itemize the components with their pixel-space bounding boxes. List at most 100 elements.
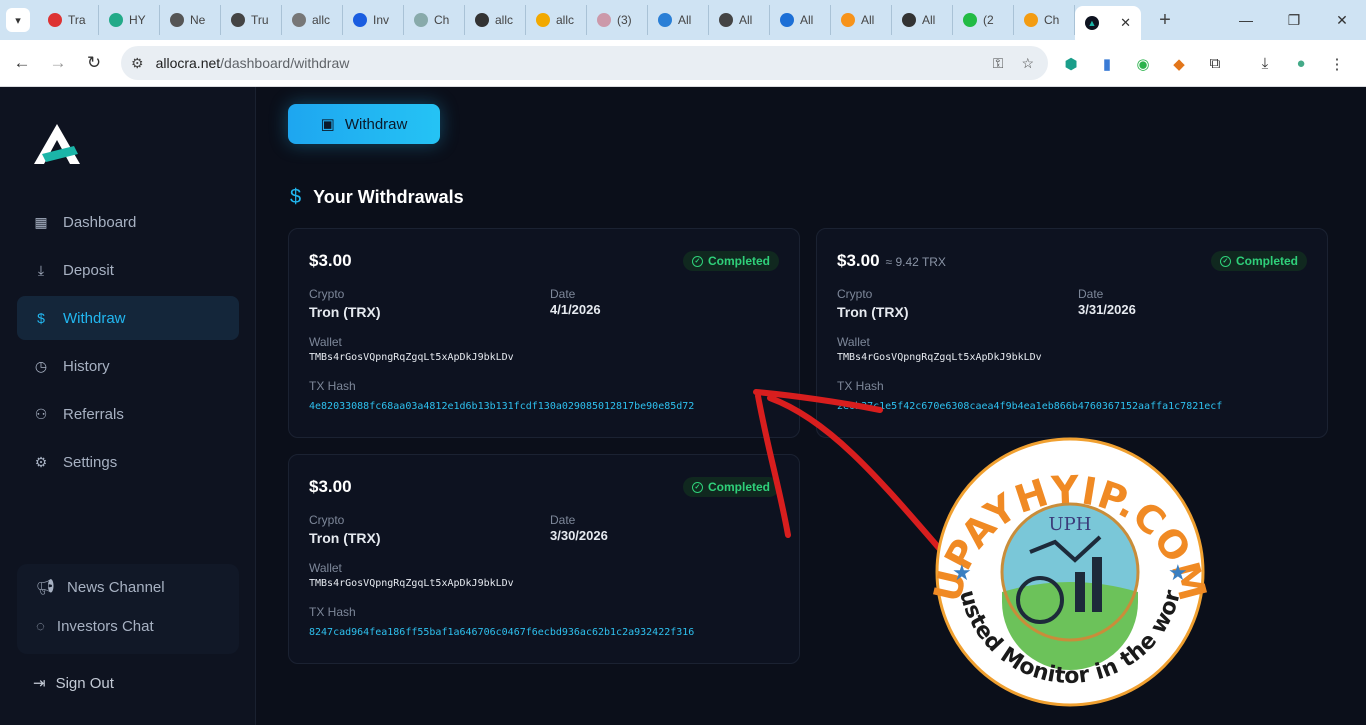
profile-avatar-icon[interactable]: ● xyxy=(1290,53,1312,75)
tab-title: Inv xyxy=(373,13,390,27)
tab-favicon-icon xyxy=(1024,13,1038,27)
address-bar[interactable]: ⚙ allocra.net/dashboard/withdraw ⚿ ☆ xyxy=(121,46,1048,80)
new-tab-button[interactable]: + xyxy=(1151,9,1179,32)
status-badge: ✓ Completed xyxy=(682,477,779,497)
grid-icon: ▦ xyxy=(34,213,48,230)
wallet-label: Wallet xyxy=(309,561,342,575)
investors-chat-link[interactable]: ◌ Investors Chat xyxy=(36,618,154,635)
browser-tab[interactable]: All xyxy=(648,5,709,35)
chart-extension-icon[interactable]: ▮ xyxy=(1096,53,1118,75)
tab-search-button[interactable]: ▾ xyxy=(6,8,30,32)
crypto-value: Tron (TRX) xyxy=(837,304,909,320)
withdraw-button[interactable]: ▣ Withdraw xyxy=(288,104,440,144)
tab-title: All xyxy=(739,13,753,27)
megaphone-icon: 📢︎ xyxy=(36,579,56,596)
crypto-value: Tron (TRX) xyxy=(309,530,381,546)
ring-extension-icon[interactable]: ◉ xyxy=(1132,53,1154,75)
tx-hash-link[interactable]: 2e6b37c1e5f42c670e6308caea4f9b4ea1eb866b… xyxy=(837,401,1222,412)
tab-title: allc xyxy=(312,13,331,27)
allocra-favicon-icon: ▲ xyxy=(1085,16,1099,30)
tab-title: allc xyxy=(495,13,514,27)
sidebar: ▦ Dashboard ⤓ Deposit $ Withdraw ◷ Histo… xyxy=(0,87,256,725)
back-button[interactable]: ← xyxy=(4,53,40,73)
clock-icon: ◷ xyxy=(34,357,48,374)
close-tab-icon[interactable]: ✕ xyxy=(1120,15,1131,31)
sidebar-item-settings[interactable]: ⚙ Settings xyxy=(17,440,239,484)
tab-favicon-icon xyxy=(841,13,855,27)
section-title-text: Your Withdrawals xyxy=(313,187,464,207)
browser-tab[interactable]: allc xyxy=(282,5,343,35)
browser-tab[interactable]: All xyxy=(709,5,770,35)
news-channel-link[interactable]: 📢︎ News Channel xyxy=(36,578,165,597)
browser-tab[interactable]: All xyxy=(770,5,831,35)
forward-button[interactable]: → xyxy=(40,53,76,73)
browser-tab[interactable]: Tra xyxy=(38,5,99,35)
tx-hash-label: TX Hash xyxy=(837,379,884,393)
news-channel-label: News Channel xyxy=(67,578,165,596)
wallet-address: TMBs4rGosVQpngRqZgqLt5xApDkJ9bkLDv xyxy=(309,578,514,589)
browser-tab[interactable]: Inv xyxy=(343,5,404,35)
browser-tab[interactable]: (2 xyxy=(953,5,1014,35)
tab-title: All xyxy=(922,13,936,27)
withdraw-button-label: Withdraw xyxy=(344,115,408,133)
tab-favicon-icon xyxy=(170,13,184,27)
fox-extension-icon[interactable]: ◆ xyxy=(1168,53,1190,75)
tab-favicon-icon xyxy=(963,13,977,27)
tab-favicon-icon xyxy=(109,13,123,27)
allocra-logo xyxy=(34,124,80,164)
sign-out-label: Sign Out xyxy=(55,674,114,692)
tab-title: All xyxy=(861,13,875,27)
tab-favicon-icon xyxy=(658,13,672,27)
dollar-icon: $ xyxy=(290,186,302,208)
browser-tab[interactable]: All xyxy=(892,5,953,35)
minimize-button[interactable]: — xyxy=(1222,0,1270,40)
tx-hash-link[interactable]: 8247cad964fea186ff55baf1a646706c0467f6ec… xyxy=(309,627,694,638)
url-text: allocra.net/dashboard/withdraw xyxy=(155,55,350,71)
tab-favicon-icon xyxy=(48,13,62,27)
sidebar-item-label: Settings xyxy=(63,453,118,471)
browser-tab[interactable]: HY xyxy=(99,5,160,35)
tab-title: Ch xyxy=(434,13,450,27)
tab-title: (3) xyxy=(617,13,632,27)
tab-title: Tru xyxy=(251,13,269,27)
tx-hash-link[interactable]: 4e82033088fc68aa03a4812e1d6b13b131fcdf13… xyxy=(309,401,694,412)
active-browser-tab[interactable]: ▲ ✕ xyxy=(1075,6,1141,40)
sidebar-item-deposit[interactable]: ⤓ Deposit xyxy=(17,248,239,292)
sidebar-item-label: Deposit xyxy=(63,261,114,279)
bookmark-star-icon[interactable]: ☆ xyxy=(1021,55,1034,72)
browser-tab-bar: ▾ Tra HY Ne Tru allc Inv Ch allc allc (3) All All Al… xyxy=(0,0,1366,40)
withdrawal-amount: $3.00 xyxy=(309,251,352,270)
tab-title: HY xyxy=(129,13,146,27)
dollar-icon: $ xyxy=(37,310,45,326)
browser-tab[interactable]: Ne xyxy=(160,5,221,35)
browser-tab[interactable]: Ch xyxy=(1014,5,1075,35)
wallet-label: Wallet xyxy=(837,335,870,349)
shield-extension-icon[interactable]: ⬢ xyxy=(1060,53,1082,75)
menu-kebab-icon[interactable]: ⋮ xyxy=(1326,53,1348,75)
site-info-icon[interactable]: ⚙ xyxy=(131,55,144,72)
puzzle-extensions-icon[interactable]: ⧉ xyxy=(1204,53,1226,75)
browser-tab[interactable]: Ch xyxy=(404,5,465,35)
password-key-icon[interactable]: ⚿ xyxy=(993,55,1004,72)
date-value: 3/30/2026 xyxy=(550,528,608,543)
download-icon: ⤓ xyxy=(37,261,45,278)
check-circle-icon: ✓ xyxy=(691,481,703,493)
reload-button[interactable]: ↻ xyxy=(76,53,112,73)
restore-button[interactable]: ❐ xyxy=(1270,0,1318,40)
sidebar-item-withdraw[interactable]: $ Withdraw xyxy=(17,296,239,340)
browser-tab[interactable]: (3) xyxy=(587,5,648,35)
date-value: 4/1/2026 xyxy=(550,302,601,317)
download-icon[interactable]: ⤓ xyxy=(1254,53,1276,75)
close-window-button[interactable]: ✕ xyxy=(1318,0,1366,40)
sidebar-item-history[interactable]: ◷ History xyxy=(17,344,239,388)
browser-tab[interactable]: All xyxy=(831,5,892,35)
browser-tab[interactable]: allc xyxy=(465,5,526,35)
browser-tab[interactable]: Tru xyxy=(221,5,282,35)
date-label: Date xyxy=(550,513,576,527)
chat-bubble-icon: ◌ xyxy=(36,618,45,635)
sidebar-item-referrals[interactable]: ⚇ Referrals xyxy=(17,392,239,436)
investors-chat-label: Investors Chat xyxy=(56,618,154,635)
sidebar-item-dashboard[interactable]: ▦ Dashboard xyxy=(17,200,239,244)
browser-tab[interactable]: allc xyxy=(526,5,587,35)
sign-out-button[interactable]: ⇥ Sign Out xyxy=(33,674,114,693)
